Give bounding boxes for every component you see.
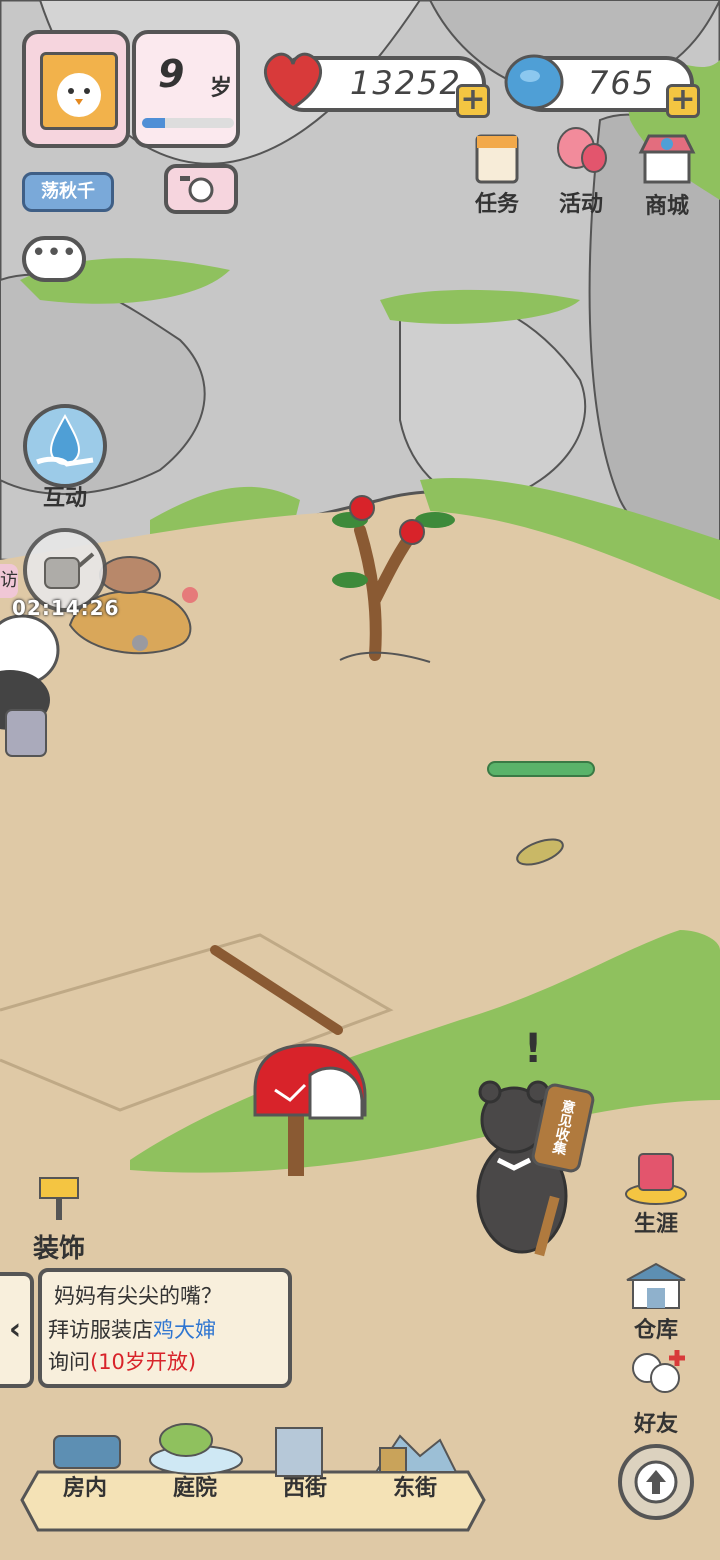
arrow-up-icon	[634, 1460, 678, 1504]
events-menu[interactable]: 活动	[546, 124, 616, 218]
panda-character[interactable]	[0, 610, 70, 760]
task-clipboard-icon	[475, 134, 519, 184]
age-progress-fill	[142, 118, 165, 128]
decorate-label: 装饰	[32, 1234, 85, 1264]
camera-button[interactable]	[164, 164, 238, 214]
quest-panel[interactable]: 妈妈有尖尖的嘴？ 拜访服装店鸡大婶 询问(10岁开放)	[38, 1268, 292, 1388]
age-card: 9 岁	[132, 30, 240, 148]
quest-line-1: 拜访服装店鸡大婶	[48, 1314, 282, 1344]
feedback-sign-text: 意见收集	[549, 1097, 577, 1157]
quest-npc-name: 鸡大婶	[153, 1318, 216, 1342]
warehouse-label: 仓库	[633, 1318, 678, 1343]
shop-menu[interactable]: 商城	[632, 130, 702, 220]
room-icon	[53, 1435, 121, 1469]
add-gems-button[interactable]: +	[666, 84, 700, 118]
career-button[interactable]: 生涯	[614, 1148, 698, 1238]
watering-timer: 02:14:26	[12, 596, 120, 620]
collapse-quest-button[interactable]: ‹	[0, 1272, 34, 1388]
shop-label: 商城	[644, 194, 689, 219]
paint-roller-icon	[39, 1177, 79, 1220]
age-unit: 岁	[210, 76, 233, 101]
gems-value: 765	[588, 64, 656, 102]
quest-title: 妈妈有尖尖的嘴？	[54, 1284, 222, 1308]
hearts-value: 13252	[350, 64, 462, 102]
shop-icon	[638, 134, 696, 184]
camera-icon	[180, 176, 214, 203]
quest-line1-prefix: 拜访服装店	[48, 1318, 153, 1342]
interact-button[interactable]: 互动	[20, 404, 110, 512]
alert-exclamation-icon: !	[524, 1026, 543, 1072]
bird-avatar-icon	[57, 73, 101, 117]
events-label: 活动	[558, 192, 603, 217]
career-label: 生涯	[633, 1212, 678, 1237]
interact-label: 互动	[42, 486, 87, 511]
warehouse-icon	[626, 1262, 686, 1309]
avatar-frame[interactable]	[22, 30, 130, 148]
quest-line-2: 询问(10岁开放)	[48, 1346, 282, 1376]
nav-east-street[interactable]: 东街	[370, 1470, 460, 1502]
swing-button[interactable]: 荡秋千	[22, 172, 114, 212]
decorate-button[interactable]: 装饰	[24, 1174, 94, 1265]
tasks-menu[interactable]: 任务	[464, 130, 530, 218]
avatar	[40, 52, 118, 130]
visit-tab[interactable]: 访	[0, 564, 18, 598]
friends-icon	[632, 1350, 685, 1393]
mailbox[interactable]	[250, 1040, 380, 1180]
nav-room[interactable]: 房内	[40, 1470, 130, 1502]
bottom-navigation: 房内 庭院 西街 东街	[18, 1420, 488, 1538]
courtyard-icon	[149, 1423, 243, 1475]
friends-label: 好友	[633, 1412, 678, 1437]
friends-button[interactable]: 好友	[614, 1346, 698, 1438]
add-hearts-button[interactable]: +	[456, 84, 490, 118]
balloon-icon	[557, 127, 607, 173]
apple-tree[interactable]	[320, 480, 460, 670]
age-number: 9	[158, 52, 185, 96]
tasks-label: 任务	[474, 192, 519, 217]
quest-line2-prefix: 询问	[48, 1350, 90, 1374]
age-progress-bar	[142, 118, 234, 128]
career-book-icon	[625, 1153, 687, 1205]
nav-courtyard[interactable]: 庭院	[150, 1470, 240, 1502]
nav-west-street[interactable]: 西街	[260, 1470, 350, 1502]
chat-bubble-icon[interactable]: •••	[22, 236, 86, 282]
water-hand-icon	[23, 404, 107, 488]
profile-card[interactable]: 9 岁	[22, 30, 240, 148]
heart-icon	[263, 52, 323, 110]
gem-icon	[504, 54, 564, 110]
warehouse-button[interactable]: 仓库	[614, 1258, 698, 1344]
quest-unlock-note: (10岁开放)	[90, 1350, 197, 1374]
scroll-up-button[interactable]	[618, 1444, 694, 1520]
